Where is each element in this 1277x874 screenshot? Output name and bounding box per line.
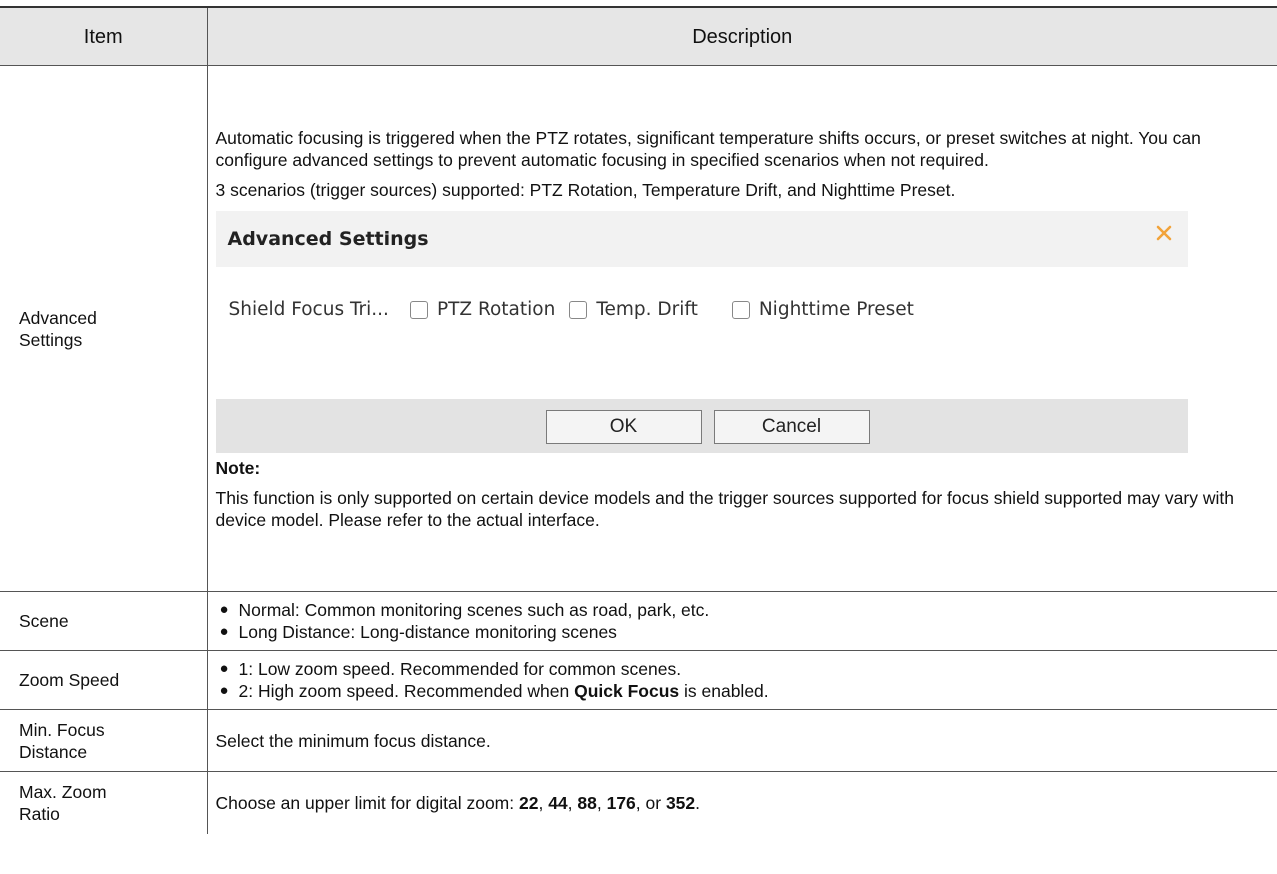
note-text: This function is only supported on certa… xyxy=(215,487,1234,530)
parameter-table: Item Description Advanced Settings Autom… xyxy=(0,6,1277,834)
note-title: Note: xyxy=(215,457,261,478)
dialog-title: Advanced Settings xyxy=(227,227,429,250)
item-cell: Min. Focus Distance xyxy=(0,709,208,772)
list-item-text: Long Distance: Long-distance monitoring … xyxy=(238,622,617,642)
list-item: ● 1: Low zoom speed. Recommended for comm… xyxy=(216,658,1270,680)
description-cell: ● 1: Low zoom speed. Recommended for comm… xyxy=(207,650,1277,710)
description-text: Choose an upper limit for digital zoom: xyxy=(215,792,519,813)
description-cell: ● Normal: Common monitoring scenes such a… xyxy=(207,591,1277,651)
table-row: Min. Focus Distance Select the minimum f… xyxy=(0,709,1277,772)
item-cell: Max. Zoom Ratio xyxy=(0,771,208,834)
bullet-icon: ● xyxy=(219,623,229,640)
checkbox-box[interactable] xyxy=(569,300,588,319)
item-label: Min. Focus xyxy=(19,719,105,740)
ok-button[interactable]: OK xyxy=(545,409,702,444)
bullet-icon: ● xyxy=(219,601,229,618)
item-cell: Advanced Settings xyxy=(0,65,208,592)
bullet-icon: ● xyxy=(219,682,229,699)
bullet-list: ● Normal: Common monitoring scenes such a… xyxy=(216,599,1270,643)
separator: , xyxy=(596,792,607,813)
quick-focus-term: Quick Focus xyxy=(574,681,680,701)
description-cell: Select the minimum focus distance. xyxy=(207,709,1277,772)
table-row: Zoom Speed ● 1: Low zoom speed. Recommend… xyxy=(0,650,1277,710)
bullet-icon: ● xyxy=(219,660,229,677)
item-label: Settings xyxy=(19,329,83,350)
table-header-row: Item Description xyxy=(0,6,1277,66)
checkbox-label: PTZ Rotation xyxy=(436,298,556,320)
zoom-value: 22 xyxy=(518,792,539,813)
item-label: Advanced xyxy=(19,307,97,328)
dialog-header: Advanced Settings xyxy=(215,210,1188,267)
zoom-value: 88 xyxy=(577,792,597,813)
table-row: Advanced Settings Automatic focusing is … xyxy=(0,65,1277,592)
temp-drift-checkbox[interactable]: Temp. Drift xyxy=(569,299,698,321)
paragraph: 3 scenarios (trigger sources) supported:… xyxy=(215,179,956,200)
paragraph: Automatic focusing is triggered when the… xyxy=(215,127,1201,170)
checkbox-label: Nighttime Preset xyxy=(758,298,914,320)
separator: , or xyxy=(635,792,666,813)
description-cell: Automatic focusing is triggered when the… xyxy=(207,65,1277,592)
dialog-footer: OK Cancel xyxy=(215,398,1188,453)
list-item: ● Normal: Common monitoring scenes such a… xyxy=(216,599,1270,621)
separator: . xyxy=(695,792,701,813)
list-item: ● 2: High zoom speed. Recommended when Qu… xyxy=(216,680,1270,702)
table-row: Max. Zoom Ratio Choose an upper limit fo… xyxy=(0,771,1277,834)
separator: , xyxy=(567,792,578,813)
list-item-text: Normal: Common monitoring scenes such as… xyxy=(238,600,710,620)
item-label: Ratio xyxy=(19,803,60,824)
checkbox-box[interactable] xyxy=(731,300,750,319)
item-cell: Scene xyxy=(0,591,208,651)
item-cell: Zoom Speed xyxy=(0,650,208,710)
bullet-list: ● 1: Low zoom speed. Recommended for comm… xyxy=(216,658,1270,702)
header-description: Description xyxy=(207,6,1277,66)
item-label: Distance xyxy=(19,741,88,762)
separator: , xyxy=(538,792,549,813)
item-label: Max. Zoom xyxy=(19,781,107,802)
shield-focus-label: Shield Focus Tri... xyxy=(228,298,389,320)
zoom-value: 176 xyxy=(606,792,636,813)
cancel-button[interactable]: Cancel xyxy=(713,409,870,444)
list-item-text: 1: Low zoom speed. Recommended for commo… xyxy=(238,659,682,679)
advanced-settings-dialog: Advanced Settings Shield Focus Tri... PT… xyxy=(215,210,1188,453)
shield-focus-row: Shield Focus Tri... PTZ Rotation Temp. D… xyxy=(229,299,914,321)
checkbox-label: Temp. Drift xyxy=(596,298,698,320)
checkbox-box[interactable] xyxy=(409,300,428,319)
header-item: Item xyxy=(0,6,208,66)
description-cell: Choose an upper limit for digital zoom: … xyxy=(207,772,1277,834)
zoom-value: 44 xyxy=(548,792,568,813)
zoom-value: 352 xyxy=(665,792,696,813)
close-icon[interactable] xyxy=(1155,224,1173,242)
nighttime-preset-checkbox[interactable]: Nighttime Preset xyxy=(731,298,914,321)
list-item-text: is enabled. xyxy=(679,681,769,701)
list-item: ● Long Distance: Long-distance monitoring… xyxy=(216,621,1270,643)
ptz-rotation-checkbox[interactable]: PTZ Rotation xyxy=(409,298,556,321)
dialog-body: Shield Focus Tri... PTZ Rotation Temp. D… xyxy=(215,266,1188,399)
list-item-text: 2: High zoom speed. Recommended when xyxy=(238,681,575,701)
table-row: Scene ● Normal: Common monitoring scenes … xyxy=(0,591,1277,651)
